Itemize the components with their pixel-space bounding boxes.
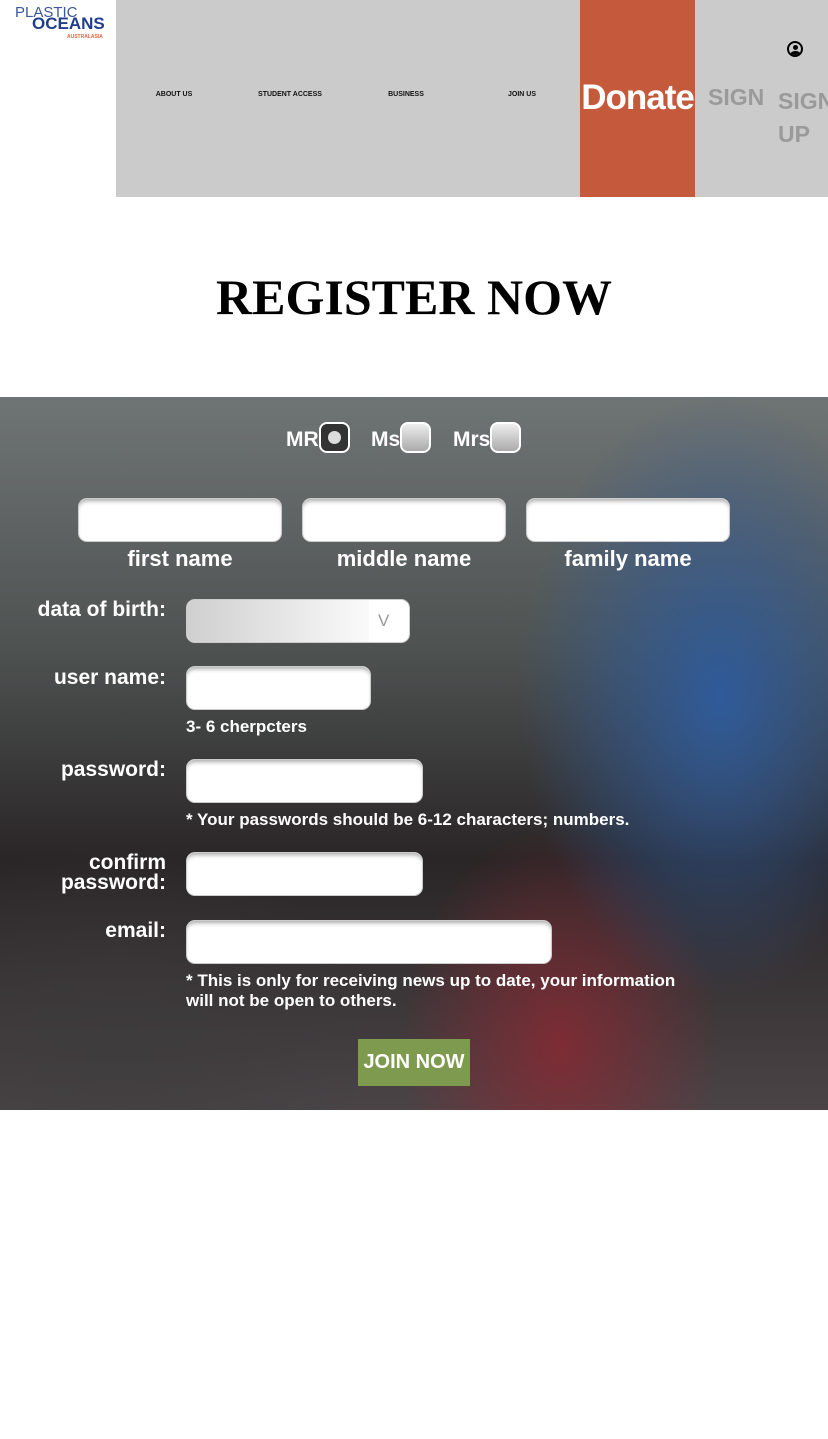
join-now-button[interactable]: JOIN NOW [358, 1039, 470, 1086]
account-area: SIGN SIGN UP [695, 0, 828, 197]
middle-name-input[interactable] [302, 498, 506, 542]
title-mrs-radio[interactable] [490, 422, 521, 453]
logo-line2: OCEANS [32, 14, 105, 33]
middle-name-label: middle name [336, 546, 472, 571]
nav-business[interactable]: BUSINESS [348, 91, 464, 98]
sign-in-link[interactable]: SIGN [708, 84, 764, 111]
nav-student-access[interactable]: STUDENT ACCESS [232, 91, 348, 98]
username-input[interactable] [186, 666, 371, 710]
confirm-password-input[interactable] [186, 852, 423, 896]
nav-about-us[interactable]: ABOUT US [116, 91, 232, 98]
password-hint: * Your passwords should be 6-12 characte… [186, 810, 630, 829]
username-hint: 3- 6 cherpcters [186, 717, 307, 736]
first-name-input[interactable] [78, 498, 282, 542]
family-name-label: family name [564, 546, 692, 571]
logo-line3: AUSTRALASIA [67, 34, 103, 40]
password-input[interactable] [186, 759, 423, 803]
page-title: REGISTER NOW [216, 269, 612, 325]
nav-join-us[interactable]: JOIN US [464, 91, 580, 98]
email-label: email: [105, 919, 166, 942]
donate-button[interactable]: Donate [580, 0, 695, 197]
sign-up-link-1[interactable]: SIGN [778, 88, 828, 115]
title-mr-radio[interactable] [319, 422, 350, 453]
confirm-password-label-2: password: [60, 871, 166, 894]
logo[interactable]: PLASTIC OCEANS AUSTRALASIA [0, 0, 116, 197]
email-note-1: * This is only for receiving news up to … [186, 971, 676, 990]
title-mr-label: MR [286, 428, 319, 451]
title-ms-label: Ms [371, 428, 401, 451]
family-name-input[interactable] [526, 498, 730, 542]
title-mrs-label: Mrs [453, 428, 491, 451]
sign-up-link-2[interactable]: UP [778, 121, 810, 148]
dob-select[interactable]: V [186, 599, 410, 643]
main-nav: ABOUT US STUDENT ACCESS BUSINESS JOIN US [116, 0, 580, 197]
confirm-password-label-1: confirm [88, 851, 166, 874]
email-note-2: will not be open to others. [186, 991, 397, 1010]
email-input[interactable] [186, 920, 552, 964]
first-name-label: first name [127, 546, 233, 571]
chevron-down-icon: V [378, 611, 390, 630]
user-icon[interactable] [787, 41, 803, 57]
password-label: password: [60, 758, 166, 781]
registration-form: MR Ms Mrs first name middle name family … [0, 397, 828, 1110]
dob-label: data of birth: [37, 598, 166, 621]
username-label: user name: [53, 666, 166, 689]
title-ms-radio[interactable] [400, 422, 431, 453]
